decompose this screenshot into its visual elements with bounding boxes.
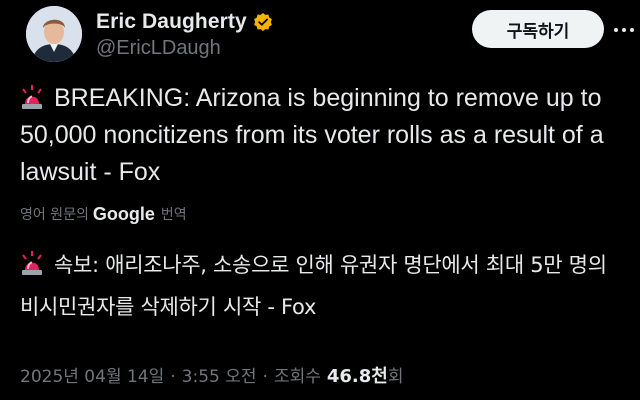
tweet-text-content: BREAKING: Arizona is beginning to remove… [20, 84, 604, 186]
display-name-row: Eric Daugherty [96, 8, 273, 36]
tweet-header: Eric Daugherty @EricLDaugh 구독하기 [20, 6, 634, 64]
tweet-meta: 2025년 04월 14일 · 3:55 오전 · 조회수 46.8천 회 [20, 362, 403, 388]
display-name[interactable]: Eric Daugherty [96, 10, 247, 34]
views-label: 조회수 [273, 367, 321, 387]
police-car-light-icon [20, 248, 44, 275]
handle[interactable]: @EricLDaugh [96, 37, 273, 60]
police-car-light-icon [20, 84, 44, 110]
tweet-detail: Eric Daugherty @EricLDaugh 구독하기 BREAKING… [0, 0, 640, 400]
google-logo-text: Google [92, 203, 155, 224]
translate-action: 번역 [160, 207, 187, 223]
author-info[interactable]: Eric Daugherty @EricLDaugh [96, 8, 273, 60]
views-suffix: 회 [387, 367, 404, 387]
more-horizontal-icon [612, 28, 636, 32]
meta-separator: · [262, 367, 268, 387]
tweet-text: BREAKING: Arizona is beginning to remove… [20, 80, 620, 191]
translation-attribution[interactable]: 영어 원문의 Google 번역 [20, 201, 187, 227]
meta-separator: · [170, 367, 176, 387]
avatar-image [26, 6, 82, 62]
views-count: 46.8천 [326, 366, 388, 387]
translated-text-content: 속보: 애리조나주, 소송으로 인해 유권자 명단에서 최대 5만 명의 비시민… [20, 253, 607, 319]
more-options-button[interactable] [610, 18, 638, 42]
translated-text: 속보: 애리조나주, 소송으로 인해 유권자 명단에서 최대 5만 명의 비시민… [20, 244, 630, 328]
verified-badge-icon [253, 12, 273, 32]
post-date[interactable]: 2025년 04월 14일 [20, 362, 164, 387]
subscribe-button[interactable]: 구독하기 [472, 10, 604, 48]
post-time[interactable]: 3:55 오전 [182, 362, 257, 387]
avatar[interactable] [26, 6, 82, 62]
translate-prefix: 영어 원문의 [20, 207, 89, 223]
